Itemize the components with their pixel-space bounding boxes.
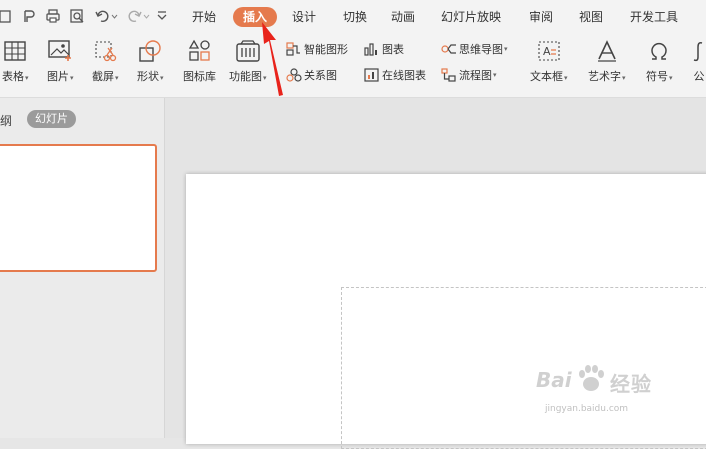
icon-library-label: 图标库 [183,70,216,83]
save-icon[interactable] [0,7,12,25]
watermark-text: 经验 [610,372,652,396]
tab-developer[interactable]: 开发工具 [630,8,678,26]
watermark-brand: Bai [536,368,572,392]
shapes-button[interactable]: 形状▾ [137,38,164,84]
word-art-label: 艺术字 [588,70,621,83]
tab-slides[interactable]: 幻灯片 [27,110,76,128]
online-chart-icon [364,67,382,83]
flowchart-label: 流程图 [459,69,492,82]
shapes-icon [138,38,162,64]
tab-insert[interactable]: 插入 [233,7,278,27]
picture-icon [48,38,72,64]
export-pdf-icon[interactable] [20,7,38,25]
function-chart-icon [234,38,262,64]
customize-toolbar-icon[interactable] [155,7,169,25]
table-button[interactable]: 表格▾ [2,38,29,84]
shapes-label: 形状 [137,70,159,83]
formula-label: 公 [693,70,705,83]
omega-icon [648,38,670,64]
mind-map-label: 思维导图 [459,43,503,56]
chart-label: 图表 [382,43,404,56]
flowchart-icon [441,67,459,83]
print-icon[interactable] [44,7,62,25]
redo-icon[interactable] [128,7,150,25]
undo-icon[interactable] [95,7,119,25]
tab-animations[interactable]: 动画 [391,8,415,26]
scissors-icon [93,38,117,64]
online-chart-label: 在线图表 [382,69,426,82]
tab-transitions[interactable]: 切换 [343,8,367,26]
svg-text:A: A [543,45,551,58]
smart-graphic-icon [286,41,304,57]
chevron-down-icon: ▾ [70,74,74,82]
formula-icon [692,38,706,64]
relationship-chart-button[interactable]: 关系图 [286,66,337,84]
word-art-button[interactable]: 艺术字▾ [588,38,626,84]
menu-bar: 开始 插入 设计 切换 动画 幻灯片放映 审阅 视图 开发工具 [0,0,706,33]
word-art-icon [596,38,618,64]
mind-map-icon [441,41,459,57]
picture-label: 图片 [47,70,69,83]
table-icon [4,38,26,64]
chevron-down-icon: ▾ [160,74,164,82]
tab-design[interactable]: 设计 [292,8,316,26]
tab-review[interactable]: 审阅 [529,8,553,26]
textbox-button[interactable]: A 文本框▾ [530,38,568,84]
picture-button[interactable]: 图片▾ [47,38,74,84]
relationship-icon [286,67,304,83]
table-label: 表格 [2,70,24,83]
chevron-down-icon: ▾ [504,45,508,53]
online-chart-button[interactable]: 在线图表 [364,66,426,84]
tab-slideshow[interactable]: 幻灯片放映 [441,8,501,26]
formula-button[interactable]: 公 [692,38,706,84]
ribbon-toolbar: 表格▾ 图片▾ 截屏▾ 形状▾ 图标库 功能图▾ 智能图形 关系图 图表 在线图… [0,33,706,98]
function-chart-button[interactable]: 功能图▾ [229,38,267,84]
tab-view[interactable]: 视图 [579,8,603,26]
smart-graphic-button[interactable]: 智能图形 [286,40,348,58]
print-preview-icon[interactable] [68,7,86,25]
chevron-down-icon: ▾ [564,74,568,82]
textbox-icon: A [537,38,561,64]
relationship-chart-label: 关系图 [304,69,337,82]
slide-panel: 纲 幻灯片 [0,98,165,438]
mind-map-button[interactable]: 思维导图 ▾ [441,40,508,58]
icon-library-button[interactable]: 图标库 [183,38,216,84]
chevron-down-icon: ▾ [622,74,626,82]
icon-library-icon [188,38,212,64]
flowchart-button[interactable]: 流程图 ▾ [441,66,497,84]
tab-outline[interactable]: 纲 [0,112,12,129]
smart-graphic-label: 智能图形 [304,43,348,56]
chevron-down-icon: ▾ [493,71,497,79]
watermark-url: jingyan.baidu.com [545,404,629,414]
paw-icon [579,365,604,391]
chevron-down-icon: ▾ [669,74,673,82]
tab-home[interactable]: 开始 [192,8,216,26]
chevron-down-icon: ▾ [263,74,267,82]
chart-button[interactable]: 图表 [364,40,404,58]
symbol-button[interactable]: 符号▾ [646,38,673,84]
chevron-down-icon: ▾ [115,74,119,82]
screenshot-label: 截屏 [92,70,114,83]
function-chart-label: 功能图 [229,70,262,83]
chevron-down-icon: ▾ [25,74,29,82]
textbox-label: 文本框 [530,70,563,83]
slide-thumbnail[interactable] [0,144,157,272]
bar-chart-icon [364,41,382,57]
symbol-label: 符号 [646,70,668,83]
screenshot-button[interactable]: 截屏▾ [92,38,119,84]
